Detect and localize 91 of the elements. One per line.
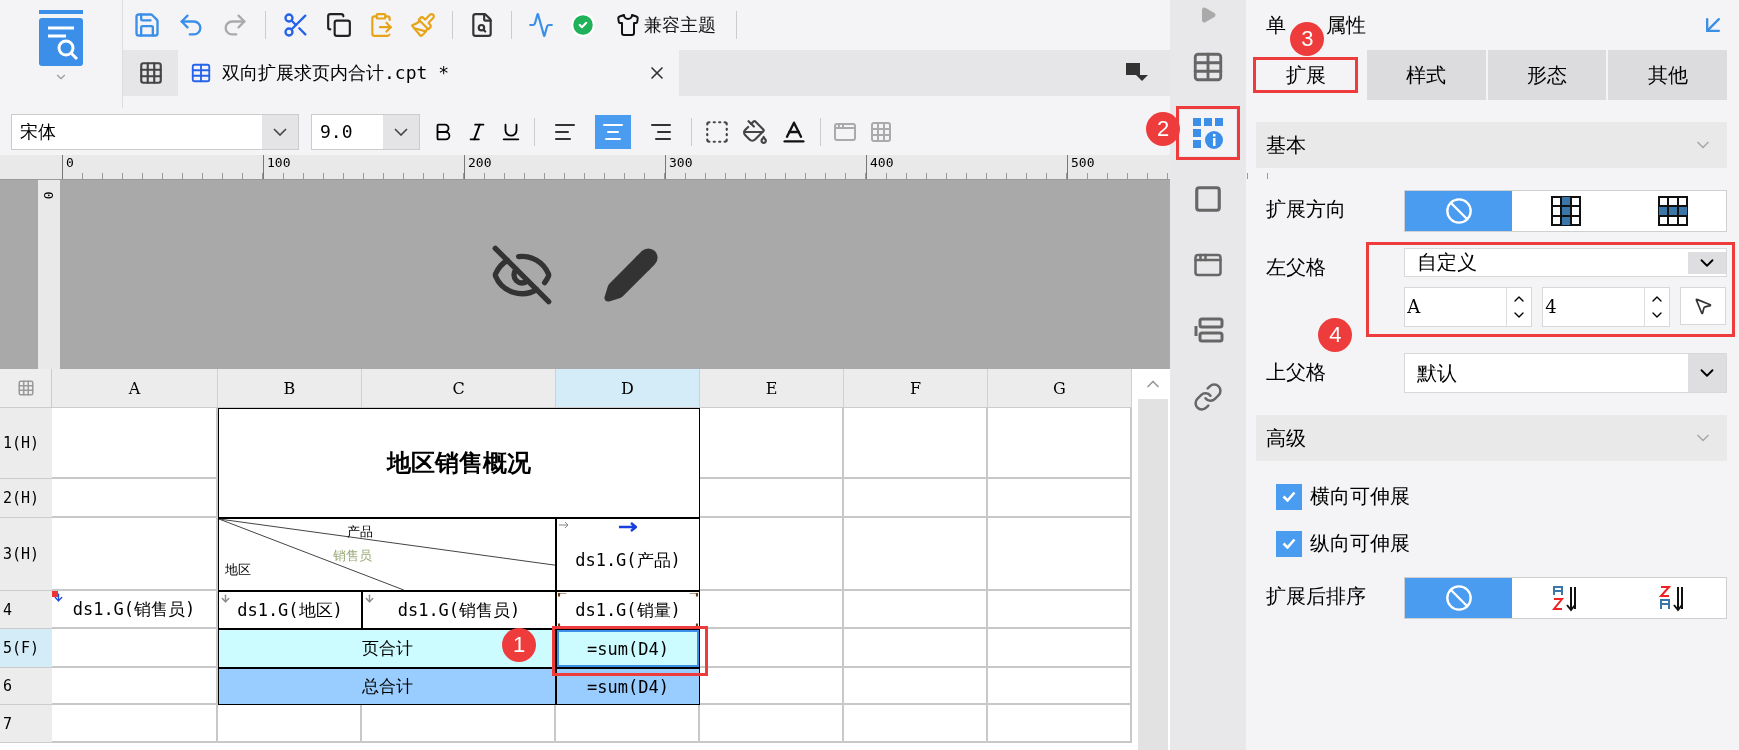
ruler-label: 200 [464,155,665,179]
column-header[interactable]: D [556,369,700,408]
table-cell[interactable]: =sum(D4) [556,668,700,705]
checkbox[interactable] [1276,483,1303,510]
report-file-icon [190,62,212,84]
table-cell[interactable]: ds1.G(销售员) [52,591,218,629]
caret-icon [394,127,408,136]
pointer-icon [1693,296,1714,316]
tab[interactable]: 其他 [1608,50,1727,100]
column-header[interactable]: A [52,369,218,408]
segmented-control[interactable] [1404,190,1727,232]
panel-title: 单 [1266,12,1287,38]
dropdown[interactable]: 默认 [1404,353,1727,393]
shirt-icon [616,13,640,37]
row-header[interactable]: 3(H) [0,518,52,591]
right-arrow-icon [619,522,638,532]
row-header[interactable]: 7 [0,705,52,743]
section-header[interactable]: 高级 [1256,415,1727,461]
check-icon [1282,538,1297,549]
table-cell[interactable]: =sum(D4) [556,629,700,668]
link-icon [1193,382,1224,412]
ruler-label: 300 [665,155,866,179]
field-label: 扩展后排序 [1266,584,1368,609]
section-header[interactable]: 基本 [1256,122,1727,168]
border-icon[interactable] [704,118,730,145]
spinner-field[interactable]: A [1404,287,1533,327]
panel-title: 属性 [1326,12,1367,38]
font-select[interactable]: 宋体 [11,113,299,150]
section-title: 基本 [1266,132,1307,158]
text-search-icon[interactable] [469,12,495,38]
save-icon[interactable] [133,11,161,39]
side-panel-button[interactable] [1180,110,1237,156]
dropdown[interactable]: 自定义 [1404,248,1727,277]
check-icon [1282,491,1297,502]
ruler-label: 0 [41,191,57,200]
row-header[interactable]: 1(H) [0,408,52,479]
field-label: 左父格 [1266,255,1328,280]
table-cell[interactable]: ds1.G(销售员) [362,591,556,629]
table-cell[interactable]: ds1.G(产品) [556,518,700,591]
down-arrow-icon [220,593,231,604]
right-arrow-icon [559,521,569,529]
app-logo-icon [36,10,86,66]
diagonal-header-label: 销售员 [333,547,373,565]
column-header[interactable]: E [700,369,844,408]
column-header[interactable]: B [218,369,362,408]
spinner-field[interactable]: 4 [1542,287,1671,327]
no-expand-icon [1444,584,1473,612]
down-arrow-icon [364,593,375,604]
tab[interactable]: 形态 [1487,50,1607,100]
horizontal-expand-icon [1657,196,1688,226]
field-label: 扩展方向 [1266,197,1348,222]
frame-icon [1193,184,1224,214]
field-label: 上父格 [1266,360,1328,385]
check-icon[interactable] [570,12,596,38]
ruler-label: 400 [866,155,1067,179]
column-header[interactable]: F [844,369,988,408]
section-title: 高级 [1266,425,1307,451]
caret-icon [273,127,287,136]
diagonal-header-label: 产品 [346,523,373,541]
fill-color-icon[interactable] [742,118,768,145]
table-cell[interactable]: 总合计 [218,668,556,705]
pencil-icon[interactable] [602,245,660,304]
ruler-label: 0 [62,155,263,179]
ruler-label: 100 [263,155,464,179]
document-tab[interactable]: 双向扩展求页内合计.cpt * [178,50,679,96]
down-arrow-icon [53,592,64,603]
select-all-icon[interactable] [16,379,35,397]
vertical-expand-icon [1550,196,1581,226]
callout-badge: 4 [1318,318,1353,352]
checkbox-label: 纵向可伸展 [1310,531,1411,556]
pick-cell-button[interactable] [1680,287,1727,325]
column-header[interactable]: G [988,369,1132,408]
checkbox[interactable] [1276,530,1303,557]
row-header[interactable]: 6 [0,668,52,705]
callout-badge: 3 [1290,22,1325,56]
row-header[interactable]: 2(H) [0,479,52,518]
row-header[interactable]: 5(F) [0,629,52,668]
diagonal-header-label: 地区 [225,561,251,579]
cell-info-icon [1191,116,1226,150]
row-header[interactable]: 4 [0,591,52,629]
checkbox-label: 横向可伸展 [1310,484,1411,509]
table-cell[interactable]: ds1.G(地区) [218,591,362,629]
stack-icon [1192,316,1225,346]
no-expand-icon [1444,197,1473,225]
table-cell[interactable]: 地区销售概况 [218,408,700,518]
tab[interactable]: 样式 [1367,50,1486,100]
column-header[interactable]: C [362,369,556,408]
theme-button[interactable]: 兼容主题 [612,13,720,37]
table-cell[interactable]: ds1.G(销量) [556,591,700,629]
font-size-select[interactable]: 9.0 [311,113,420,150]
copy-icon[interactable] [326,12,352,38]
